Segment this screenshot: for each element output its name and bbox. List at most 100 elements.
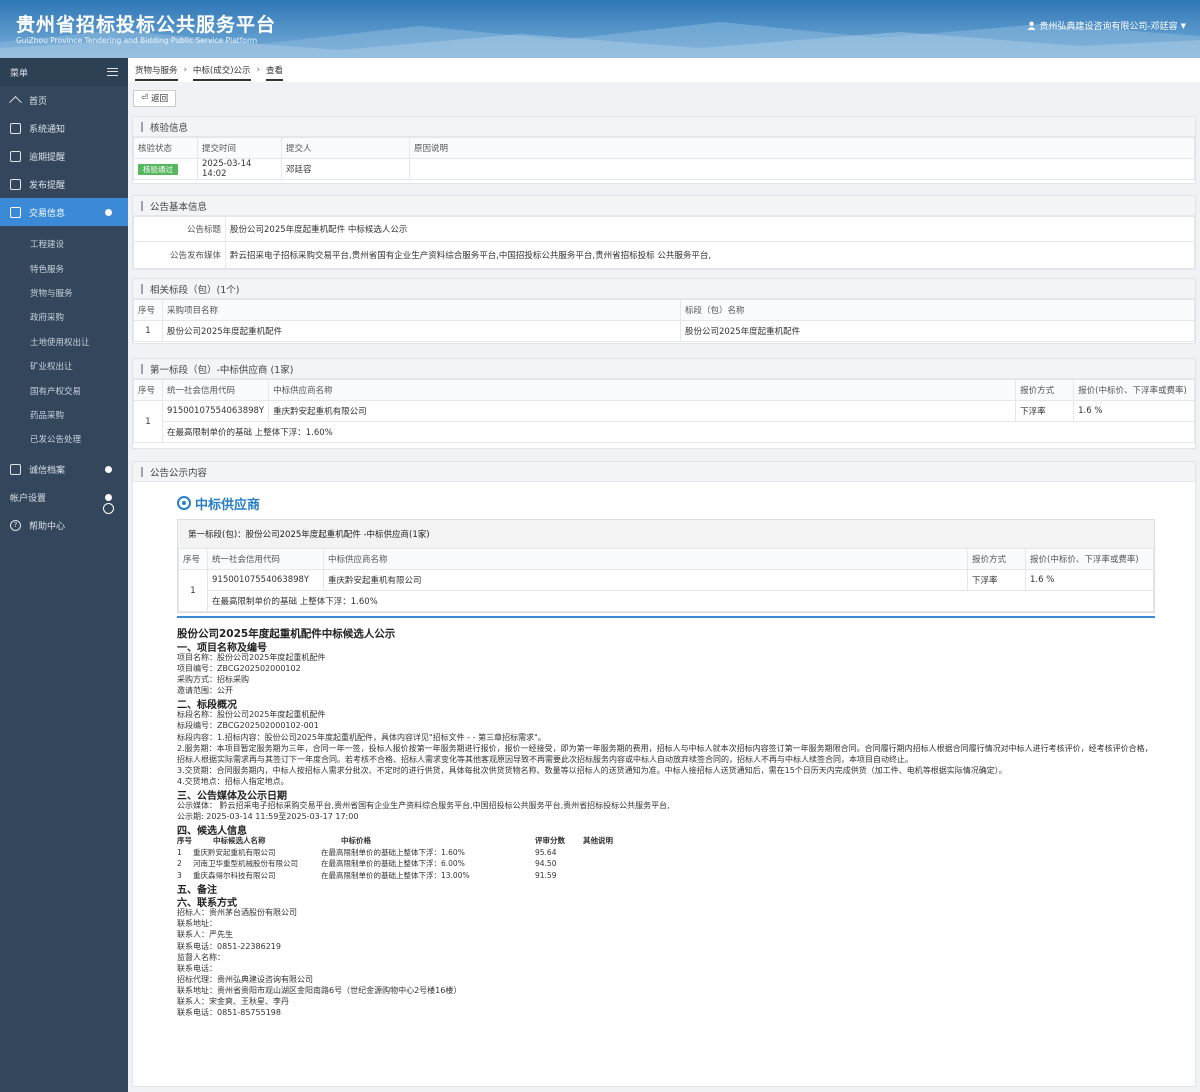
cand-cell: 重庆森得尔科技有限公司 (193, 870, 276, 880)
nav-item-home[interactable]: 首页 (0, 86, 128, 114)
text-line: 招标人：贵州茅台酒股份有限公司 (177, 908, 297, 918)
panel-title: 相关标段（包）(1个) (133, 279, 1195, 299)
sub-item-land[interactable]: 土地使用权出让 (0, 330, 128, 354)
sub-item-gov[interactable]: 政府采购 (0, 305, 128, 329)
text-line: 邀请范围：公开 (177, 686, 233, 696)
text-line: 项目编号：ZBCG202502000102 (177, 664, 301, 674)
sub-item-goods[interactable]: 货物与服务 (0, 281, 128, 305)
table-header: 序号 (133, 299, 163, 321)
cand-cell: 河南卫华重型机械股份有限公司 (193, 859, 298, 869)
text-line: 3.交货期：合同服务期内，中标人按招标人需求分批次、不定时的进行供货，具体每批次… (177, 765, 1007, 775)
hamburger-icon[interactable] (107, 68, 118, 76)
breadcrumb-item[interactable]: 货物与服务 (135, 60, 178, 81)
sub-item-published[interactable]: 已发公告处理 (0, 427, 128, 451)
table-cell: 1.6 % (1073, 400, 1195, 422)
nav-item-overdue[interactable]: 逾期提醒 (0, 142, 128, 170)
breadcrumb: 货物与服务 › 中标(成交)公示 › 查看 (128, 58, 1200, 82)
text-line: 标段编号：ZBCG202502000102-001 (177, 721, 319, 731)
sub-item-drug[interactable]: 药品采购 (0, 403, 128, 427)
nav-item-help[interactable]: ? 帮助中心 (0, 512, 128, 540)
text-paragraph: 2.服务期：本项目暂定服务期为三年，合同一年一签，投标人报价按第一年服务期进行报… (177, 743, 1153, 764)
table-header: 提交人 (281, 137, 410, 159)
table-header: 统一社会信用代码 (207, 548, 324, 570)
table-cell: 邓廷容 (281, 158, 410, 180)
text-line: 联系电话： (177, 963, 217, 973)
cand-cell: 在最高限制单价的基础上整体下浮：6.00% (321, 859, 465, 869)
table-cell: 下浮率 (1015, 400, 1075, 422)
platform-title: 贵州省招标投标公共服务平台 (16, 14, 277, 36)
sub-item-mining[interactable]: 矿业权出让 (0, 354, 128, 378)
section-heading: 四、候选人信息 (177, 826, 247, 838)
sub-item-special[interactable]: 特色服务 (0, 256, 128, 280)
trade-submenu: 工程建设 特色服务 货物与服务 政府采购 土地使用权出让 矿业权出让 国有产权交… (0, 226, 128, 452)
related-lots-panel: 相关标段（包）(1个) 序号 采购项目名称 标段（包）名称 1 股份公司2025… (132, 278, 1196, 344)
panel-title: 核验信息 (133, 117, 1195, 137)
back-label: 返回 (151, 94, 169, 104)
lot-winner-table: 序号 统一社会信用代码 中标供应商名称 报价方式 报价(中标价、下浮率或费率) … (178, 548, 1154, 612)
expand-dot-icon (105, 208, 112, 216)
table-cell: 91500107554063898Y (161, 400, 270, 422)
home-icon (10, 95, 21, 106)
table-header: 提交时间 (197, 137, 282, 159)
text-line: 采购方式：招标采购 (177, 675, 249, 685)
user-menu[interactable]: 贵州弘典建设咨询有限公司-邓廷容 ▼ (1027, 19, 1186, 32)
table-cell: 2025-03-14 14:02 (197, 158, 282, 180)
nav-label: 首页 (29, 96, 48, 107)
table-cell: 1 (133, 320, 163, 342)
verify-panel: 核验信息 核验状态 提交时间 提交人 原因说明 核验通过 2025-03-14 … (132, 116, 1196, 184)
candidate-row: 2 河南卫华重型机械股份有限公司 在最高限制单价的基础上整体下浮：6.00% 9… (177, 858, 1155, 870)
menu-label: 菜单 (10, 68, 29, 79)
text-line: 标段内容：1.招标内容：股份公司2025年度起重机配件，具体内容详见"招标文件 … (177, 732, 546, 742)
candidate-header-row: 序号 中标候选人名称 中标价格 评审分数 其他说明 (177, 835, 1155, 847)
calendar-icon (10, 206, 21, 218)
text-line: 4.交货地点：招标人指定地点。 (177, 776, 289, 786)
col-header: 中标价格 (341, 836, 371, 846)
nav-item-publish[interactable]: 发布提醒 (0, 170, 128, 198)
top-header: 贵州省招标投标公共服务平台 GuiZhou Province Tendering… (0, 0, 1200, 58)
target-icon (177, 496, 191, 510)
table-cell: 重庆黔安起重机有限公司 (268, 400, 1017, 422)
calendar-icon (10, 150, 21, 162)
toolbar: ⏎ 返回 (128, 86, 1200, 110)
nav-item-trade[interactable]: 交易信息 (0, 198, 128, 226)
text-line: 联系电话：0851-85755198 (177, 1008, 281, 1018)
sub-item-engineering[interactable]: 工程建设 (0, 232, 128, 256)
nav-label: 发布提醒 (29, 180, 66, 191)
cand-cell: 在最高限制单价的基础上整体下浮：13.00% (321, 870, 470, 880)
table-header: 序号 (133, 379, 163, 401)
col-header: 中标候选人名称 (213, 836, 266, 846)
table-cell: 91500107554063898Y (207, 569, 324, 591)
verify-table: 核验状态 提交时间 提交人 原因说明 核验通过 2025-03-14 14:02… (133, 137, 1195, 180)
table-header: 中标供应商名称 (323, 548, 968, 570)
breadcrumb-item[interactable]: 中标(成交)公示 (192, 60, 251, 81)
winner-table: 序号 统一社会信用代码 中标供应商名称 报价方式 报价(中标价、下浮率或费率) … (133, 379, 1195, 443)
nav-item-notice[interactable]: 系统通知 (0, 114, 128, 142)
text-line: 监督人名称： (177, 952, 225, 962)
document-title: 股份公司2025年度起重机配件中标候选人公示 (177, 628, 396, 640)
nav-item-account[interactable]: 帐户设置 (0, 484, 128, 514)
field-label: 公告标题 (133, 216, 226, 242)
table-cell: 股份公司2025年度起重机配件 (162, 320, 681, 342)
user-icon (1027, 21, 1036, 30)
nav-item-credit[interactable]: 诚信档案 (0, 456, 128, 484)
sub-item-property[interactable]: 国有产权交易 (0, 378, 128, 402)
panel-title: 公告公示内容 (133, 462, 1195, 482)
status-cell: 核验通过 (133, 158, 198, 180)
col-header: 其他说明 (583, 836, 613, 846)
table-cell: 1 (133, 400, 163, 443)
field-value: 黔云招采电子招标采购交易平台,贵州省国有企业生产资料综合服务平台,中国招投标公共… (225, 241, 1195, 269)
table-cell-note: 在最高限制单价的基础 上整体下浮：1.60% (207, 590, 1154, 612)
text-line: 联系地址： (177, 919, 217, 929)
section-heading: 五、备注 (177, 885, 217, 897)
table-header: 报价方式 (1015, 379, 1075, 401)
text-line: 联系地址：贵州省贵阳市观山湖区金阳南路6号（世纪金源购物中心2号楼16楼） (177, 985, 462, 995)
table-header: 核验状态 (133, 137, 198, 159)
table-header: 序号 (178, 548, 208, 570)
back-button[interactable]: ⏎ 返回 (133, 89, 177, 107)
expand-dot-icon (105, 466, 112, 474)
lot-box: 第一标段(包)：股份公司2025年度起重机配件 -中标供应商(1家) 序号 统一… (177, 519, 1155, 613)
candidate-row: 1 重庆黔安起重机有限公司 在最高限制单价的基础上整体下浮：1.60% 95.6… (177, 847, 1155, 859)
table-header: 中标供应商名称 (268, 379, 1017, 401)
cand-cell: 2 (177, 859, 182, 869)
cand-cell: 在最高限制单价的基础上整体下浮：1.60% (321, 847, 465, 857)
